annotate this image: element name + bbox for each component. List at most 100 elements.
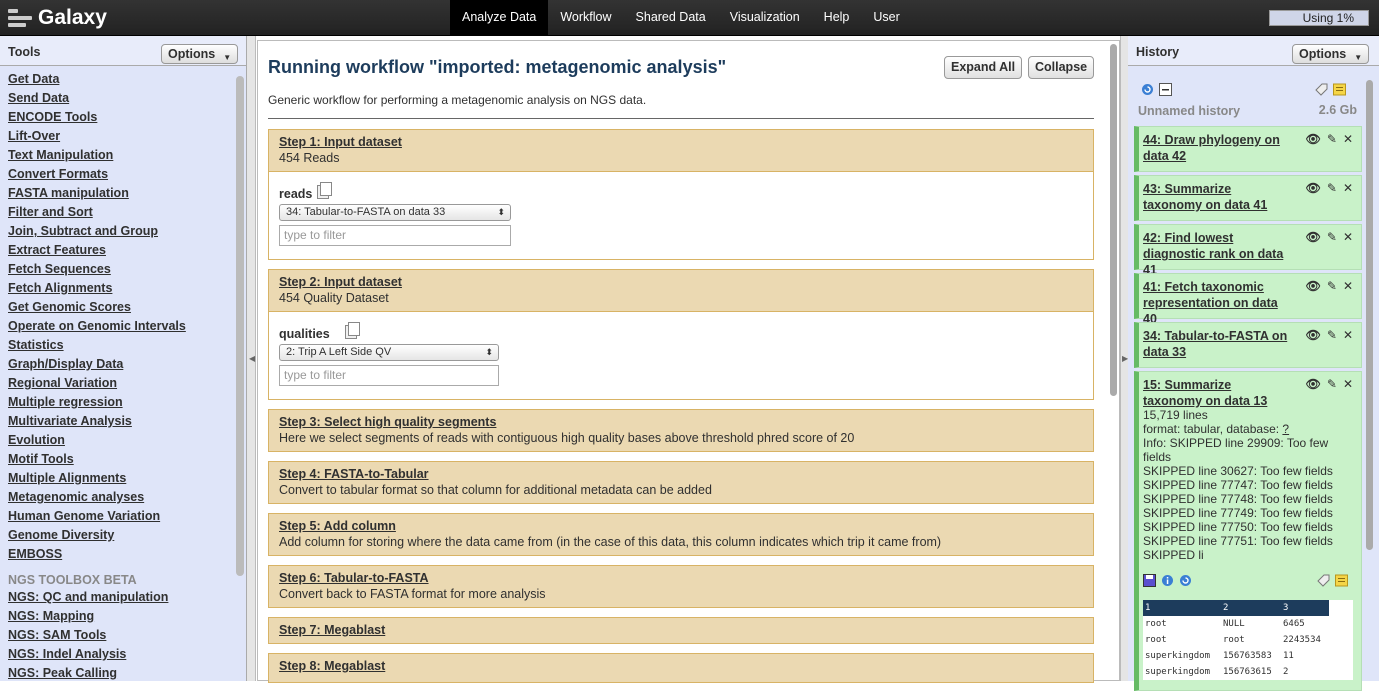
dataset-select[interactable]: 34: Tabular-to-FASTA on data 33 ⬍: [279, 204, 511, 221]
tool-fetch-alignments[interactable]: Fetch Alignments: [8, 280, 186, 299]
tab-help[interactable]: Help: [812, 0, 862, 35]
pencil-icon[interactable]: ✎: [1327, 279, 1337, 293]
tool-ngs-indel-analysis[interactable]: NGS: Indel Analysis: [8, 646, 186, 665]
multiple-datasets-icon[interactable]: [317, 182, 332, 199]
eye-icon[interactable]: 👁: [1306, 279, 1321, 293]
tab-visualization[interactable]: Visualization: [718, 0, 812, 35]
collapse-all-icon[interactable]: [1159, 83, 1172, 96]
collapse-button[interactable]: Collapse: [1028, 56, 1095, 79]
step-title[interactable]: Step 1: Input dataset: [279, 135, 1083, 151]
tool-statistics[interactable]: Statistics: [8, 337, 186, 356]
tool-join-subtract-group[interactable]: Join, Subtract and Group: [8, 223, 186, 242]
eye-icon[interactable]: 👁: [1306, 328, 1321, 342]
eye-icon[interactable]: 👁: [1306, 377, 1321, 391]
tool-multiple-regression[interactable]: Multiple regression: [8, 394, 186, 413]
tools-options-button[interactable]: Options ▼: [161, 44, 239, 64]
tools-scrollbar[interactable]: [236, 76, 244, 576]
brand[interactable]: Galaxy: [8, 4, 107, 32]
tool-genome-diversity[interactable]: Genome Diversity: [8, 527, 186, 546]
delete-icon[interactable]: ✕: [1343, 377, 1353, 391]
tool-convert-formats[interactable]: Convert Formats: [8, 166, 186, 185]
filter-input[interactable]: type to filter: [279, 225, 511, 246]
tool-regional-variation[interactable]: Regional Variation: [8, 375, 186, 394]
tool-filter-and-sort[interactable]: Filter and Sort: [8, 204, 186, 223]
history-name[interactable]: Unnamed history: [1138, 104, 1240, 118]
tag-icon[interactable]: [1315, 83, 1328, 96]
eye-icon[interactable]: 👁: [1306, 132, 1321, 146]
delete-icon[interactable]: ✕: [1343, 132, 1353, 146]
step-title[interactable]: Step 5: Add column: [279, 519, 1083, 535]
tool-send-data[interactable]: Send Data: [8, 90, 186, 109]
tool-text-manipulation[interactable]: Text Manipulation: [8, 147, 186, 166]
history-options-button[interactable]: Options ▼: [1292, 44, 1370, 64]
multiple-datasets-icon[interactable]: [345, 322, 360, 339]
tool-operate-genomic-intervals[interactable]: Operate on Genomic Intervals: [8, 318, 186, 337]
tool-fetch-sequences[interactable]: Fetch Sequences: [8, 261, 186, 280]
step-title[interactable]: Step 7: Megablast: [279, 623, 1083, 639]
tool-human-genome-variation[interactable]: Human Genome Variation: [8, 508, 186, 527]
delete-icon[interactable]: ✕: [1343, 230, 1353, 244]
dataset-title[interactable]: 42: Find lowest diagnostic rank on data …: [1143, 230, 1293, 278]
peek-cell: 156763615: [1223, 667, 1272, 677]
dataset-title[interactable]: 44: Draw phylogeny on data 42: [1143, 132, 1293, 164]
tool-metagenomic-analyses[interactable]: Metagenomic analyses: [8, 489, 186, 508]
tool-encode-tools[interactable]: ENCODE Tools: [8, 109, 186, 128]
tool-multivariate-analysis[interactable]: Multivariate Analysis: [8, 413, 186, 432]
dataset-database-link[interactable]: ?: [1282, 422, 1289, 436]
tool-evolution[interactable]: Evolution: [8, 432, 186, 451]
tool-extract-features[interactable]: Extract Features: [8, 242, 186, 261]
dataset-select[interactable]: 2: Trip A Left Side QV ⬍: [279, 344, 499, 361]
dataset-title[interactable]: 15: Summarize taxonomy on data 13: [1143, 377, 1293, 409]
tool-ngs-peak-calling[interactable]: NGS: Peak Calling: [8, 665, 186, 684]
history-scrollbar[interactable]: [1366, 80, 1373, 550]
tool-ngs-sam-tools[interactable]: NGS: SAM Tools: [8, 627, 186, 646]
dataset-title[interactable]: 41: Fetch taxonomic representation on da…: [1143, 279, 1293, 327]
expand-all-button[interactable]: Expand All: [944, 56, 1023, 79]
step-title[interactable]: Step 8: Megablast: [279, 659, 1083, 675]
step-title[interactable]: Step 3: Select high quality segments: [279, 415, 1083, 431]
dataset-title[interactable]: 43: Summarize taxonomy on data 41: [1143, 181, 1293, 213]
pencil-icon[interactable]: ✎: [1327, 181, 1337, 195]
delete-icon[interactable]: ✕: [1343, 328, 1353, 342]
tool-graph-display-data[interactable]: Graph/Display Data: [8, 356, 186, 375]
delete-icon[interactable]: ✕: [1343, 181, 1353, 195]
tab-user[interactable]: User: [861, 0, 911, 35]
step-title[interactable]: Step 6: Tabular-to-FASTA: [279, 571, 1083, 587]
tool-multiple-alignments[interactable]: Multiple Alignments: [8, 470, 186, 489]
dataset-title[interactable]: 34: Tabular-to-FASTA on data 33: [1143, 328, 1293, 360]
tool-fasta-manipulation[interactable]: FASTA manipulation: [8, 185, 186, 204]
pencil-icon[interactable]: ✎: [1327, 328, 1337, 342]
annotation-icon[interactable]: [1335, 574, 1348, 587]
filter-input[interactable]: type to filter: [279, 365, 499, 386]
step-title[interactable]: Step 2: Input dataset: [279, 275, 1083, 291]
delete-icon[interactable]: ✕: [1343, 279, 1353, 293]
tag-icon[interactable]: [1317, 574, 1330, 587]
step-title[interactable]: Step 4: FASTA-to-Tabular: [279, 467, 1083, 483]
workflow-step: Step 1: Input dataset 454 Reads reads 34…: [268, 129, 1094, 260]
refresh-icon[interactable]: [1141, 83, 1154, 96]
left-panel-collapse-handle[interactable]: ◀: [247, 36, 256, 681]
info-icon[interactable]: [1161, 574, 1174, 587]
pencil-icon[interactable]: ✎: [1327, 230, 1337, 244]
tool-get-genomic-scores[interactable]: Get Genomic Scores: [8, 299, 186, 318]
dataset-info-line: SKIPPED line 30627: Too few fields: [1143, 464, 1333, 478]
tab-workflow[interactable]: Workflow: [548, 0, 623, 35]
rerun-icon[interactable]: [1179, 574, 1192, 587]
center-scrollbar[interactable]: [1110, 44, 1117, 396]
tool-lift-over[interactable]: Lift-Over: [8, 128, 186, 147]
tab-analyze-data[interactable]: Analyze Data: [450, 0, 549, 35]
right-panel-collapse-handle[interactable]: ▶: [1120, 36, 1128, 681]
pencil-icon[interactable]: ✎: [1327, 377, 1337, 391]
save-icon[interactable]: [1143, 574, 1156, 587]
annotation-icon[interactable]: [1333, 83, 1346, 96]
tab-shared-data[interactable]: Shared Data: [624, 0, 718, 35]
tool-emboss[interactable]: EMBOSS: [8, 546, 186, 565]
tools-panel: Tools Options ▼ Get Data Send Data ENCODE…: [0, 36, 247, 681]
tool-get-data[interactable]: Get Data: [8, 71, 186, 90]
eye-icon[interactable]: 👁: [1306, 181, 1321, 195]
tool-motif-tools[interactable]: Motif Tools: [8, 451, 186, 470]
tool-ngs-mapping[interactable]: NGS: Mapping: [8, 608, 186, 627]
tool-ngs-qc[interactable]: NGS: QC and manipulation: [8, 589, 186, 608]
eye-icon[interactable]: 👁: [1306, 230, 1321, 244]
pencil-icon[interactable]: ✎: [1327, 132, 1337, 146]
